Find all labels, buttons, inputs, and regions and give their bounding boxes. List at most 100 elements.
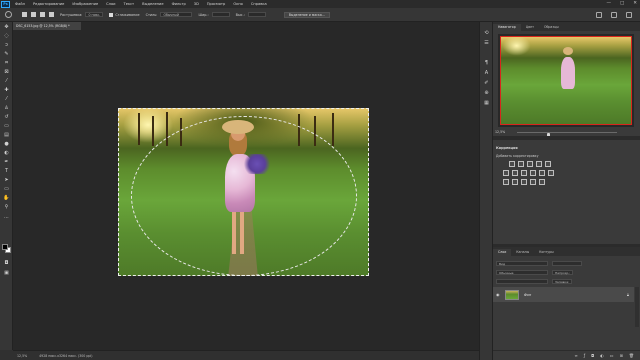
history-icon[interactable]: ⟲	[483, 30, 490, 37]
menu-edit[interactable]: Редактирование	[33, 2, 64, 6]
channel-mixer-icon[interactable]	[539, 170, 545, 176]
pen-icon[interactable]: ✒	[3, 159, 10, 166]
tab-layers[interactable]: Слои	[493, 249, 512, 256]
tab-color[interactable]: Цвет	[521, 24, 539, 31]
healing-icon[interactable]: ✚	[3, 87, 10, 94]
menu-filter[interactable]: Фильтр	[172, 2, 186, 6]
menu-select[interactable]: Выделение	[142, 2, 163, 6]
gradient-icon[interactable]: ▤	[3, 132, 10, 139]
select-and-mask-button[interactable]: Выделение и маска...	[283, 11, 330, 18]
tab-navigator[interactable]: Навигатор	[493, 24, 521, 31]
marquee-icon[interactable]: ◌	[3, 33, 10, 40]
color-lookup-icon[interactable]	[548, 170, 554, 176]
intersect-selection-icon[interactable]	[49, 12, 54, 17]
levels-icon[interactable]	[518, 161, 524, 167]
search-icon[interactable]	[596, 12, 602, 18]
move-icon[interactable]: ✥	[3, 24, 10, 31]
eye-icon[interactable]: ◉	[496, 292, 501, 297]
blend-mode-select[interactable]: Обычные	[496, 269, 548, 275]
navigator-zoom-value[interactable]: 12,5%	[495, 130, 505, 134]
posterize-icon[interactable]	[512, 179, 518, 185]
canvas-area[interactable]	[13, 30, 479, 350]
feather-input[interactable]: 0 пикс.	[85, 12, 104, 17]
lock-icon[interactable]: 🔒︎	[627, 292, 629, 297]
navigator-thumbnail[interactable]	[498, 34, 634, 127]
threshold-icon[interactable]	[521, 179, 527, 185]
layer-filter-icons[interactable]	[552, 260, 582, 266]
properties-icon[interactable]: ☰	[483, 40, 490, 47]
dodge-icon[interactable]: ◐	[3, 150, 10, 157]
menu-file[interactable]: Файл	[15, 2, 25, 6]
gradient-map-icon[interactable]	[530, 179, 536, 185]
height-input[interactable]	[247, 12, 266, 17]
layers-scrollbar[interactable]	[635, 287, 639, 327]
menu-window[interactable]: Окно	[233, 2, 243, 6]
quick-select-icon[interactable]: ✎	[3, 51, 10, 58]
new-selection-icon[interactable]	[22, 12, 27, 17]
share-icon[interactable]	[626, 12, 632, 18]
selective-color-icon[interactable]	[539, 179, 545, 185]
eraser-icon[interactable]: ▭	[3, 123, 10, 130]
workspace-icon[interactable]	[611, 12, 617, 18]
lock-options[interactable]	[496, 278, 548, 284]
black-white-icon[interactable]	[521, 170, 527, 176]
add-selection-icon[interactable]	[31, 12, 36, 17]
width-input[interactable]	[211, 12, 230, 17]
frame-icon[interactable]: ⊠	[3, 69, 10, 76]
foreground-color-swatch[interactable]	[2, 244, 8, 250]
zoom-icon[interactable]: ⚲	[3, 204, 10, 211]
layer-name[interactable]: Фон	[524, 293, 531, 297]
stamp-icon[interactable]: ♙	[3, 105, 10, 112]
tab-paths[interactable]: Контуры	[534, 249, 559, 256]
minimize-button[interactable]: —	[606, 1, 611, 6]
status-zoom[interactable]: 12,5%	[17, 354, 27, 358]
new-adjustment-icon[interactable]: ◐	[600, 353, 604, 358]
menu-text[interactable]: Текст	[124, 2, 135, 6]
blur-icon[interactable]: ●	[3, 141, 10, 148]
color-balance-icon[interactable]	[512, 170, 518, 176]
adjustments-title[interactable]: Коррекция	[496, 146, 518, 150]
delete-layer-icon[interactable]: 🗑︎	[629, 353, 634, 358]
more-tools-icon[interactable]: ⋯	[3, 215, 10, 222]
antialias-checkbox[interactable]	[109, 12, 114, 17]
document-image[interactable]	[118, 108, 369, 276]
invert-icon[interactable]	[503, 179, 509, 185]
link-layers-icon[interactable]: ∞	[574, 353, 577, 358]
exposure-icon[interactable]	[536, 161, 542, 167]
tab-swatches[interactable]: Образцы	[539, 24, 564, 31]
elliptical-marquee-icon[interactable]	[5, 11, 12, 18]
menu-image[interactable]: Изображение	[72, 2, 98, 6]
document-tab[interactable]: DSC_6153.jpg @ 12,5% (RGB/8) *	[13, 22, 81, 30]
hue-saturation-icon[interactable]	[503, 170, 509, 176]
hand-icon[interactable]: ✋	[3, 195, 10, 202]
path-select-icon[interactable]: ➤	[3, 177, 10, 184]
menu-3d[interactable]: 3D	[194, 2, 199, 6]
tab-channels[interactable]: Каналы	[511, 249, 534, 256]
character-icon[interactable]: A	[483, 70, 490, 77]
maximize-button[interactable]: □	[620, 1, 624, 6]
photo-filter-icon[interactable]	[530, 170, 536, 176]
brush-icon[interactable]: ⁄	[3, 96, 10, 103]
brushes-icon[interactable]: ✐	[483, 80, 490, 87]
subtract-selection-icon[interactable]	[40, 12, 45, 17]
quick-mask-icon[interactable]: ◘	[3, 260, 10, 267]
paragraph-icon[interactable]: ¶	[483, 60, 490, 67]
navigator-view-box[interactable]	[500, 36, 632, 125]
layer-row[interactable]: ◉ Фон 🔒︎	[493, 287, 634, 302]
navigator-zoom-slider[interactable]	[517, 131, 617, 138]
menu-help[interactable]: Справка	[251, 2, 267, 6]
elliptical-selection[interactable]	[131, 116, 357, 276]
new-group-icon[interactable]: ▭	[610, 353, 614, 358]
close-button[interactable]: ✕	[633, 1, 637, 6]
layer-style-icon[interactable]: ƒ	[584, 353, 585, 358]
lasso-icon[interactable]: ↄ	[3, 42, 10, 49]
brightness-contrast-icon[interactable]	[509, 161, 515, 167]
style-select[interactable]: Обычный	[160, 12, 193, 17]
libraries-icon[interactable]: ▦	[483, 100, 490, 107]
screen-mode-icon[interactable]: ▣	[3, 270, 10, 277]
type-icon[interactable]: T	[3, 168, 10, 175]
crop-icon[interactable]: ⌗	[3, 60, 10, 67]
curves-icon[interactable]	[527, 161, 533, 167]
vibrance-icon[interactable]	[545, 161, 551, 167]
eyedropper-icon[interactable]: ⁄	[3, 78, 10, 85]
